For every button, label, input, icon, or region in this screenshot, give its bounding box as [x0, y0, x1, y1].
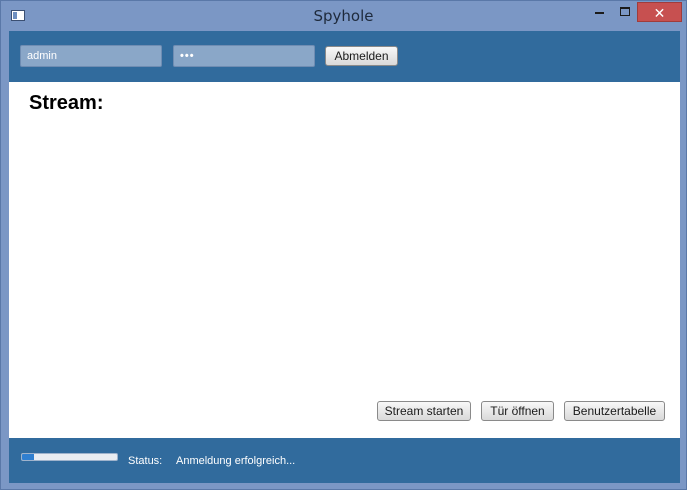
minimize-icon: [594, 11, 604, 14]
window-title: Spyhole: [313, 7, 374, 25]
status-bar: Status: Anmeldung erfolgreich...: [9, 438, 680, 483]
status-message: Anmeldung erfolgreich...: [176, 455, 296, 467]
start-stream-button[interactable]: Stream starten: [377, 401, 471, 421]
main-content: Stream: Stream starten Tür öffnen Benutz…: [9, 82, 680, 438]
title-bar[interactable]: Spyhole ✕: [1, 1, 686, 31]
open-door-button[interactable]: Tür öffnen: [481, 401, 554, 421]
progress-bar: [21, 453, 118, 461]
progress-fill: [22, 454, 35, 460]
close-button[interactable]: ✕: [637, 2, 682, 22]
maximize-button[interactable]: [613, 2, 637, 22]
user-table-button[interactable]: Benutzertabelle: [564, 401, 665, 421]
status-label: Status:: [128, 455, 163, 467]
stream-heading: Stream:: [29, 92, 104, 114]
app-window: Spyhole ✕ admin ••• Abmelden Stream: Str…: [0, 0, 687, 490]
login-bar: admin ••• Abmelden: [9, 31, 680, 82]
logout-button[interactable]: Abmelden: [325, 46, 398, 66]
stream-view: [29, 124, 669, 394]
minimize-button[interactable]: [587, 2, 611, 22]
maximize-icon: [620, 7, 630, 17]
close-icon: ✕: [653, 5, 666, 21]
username-input[interactable]: admin: [20, 45, 162, 67]
password-input[interactable]: •••: [173, 45, 315, 67]
